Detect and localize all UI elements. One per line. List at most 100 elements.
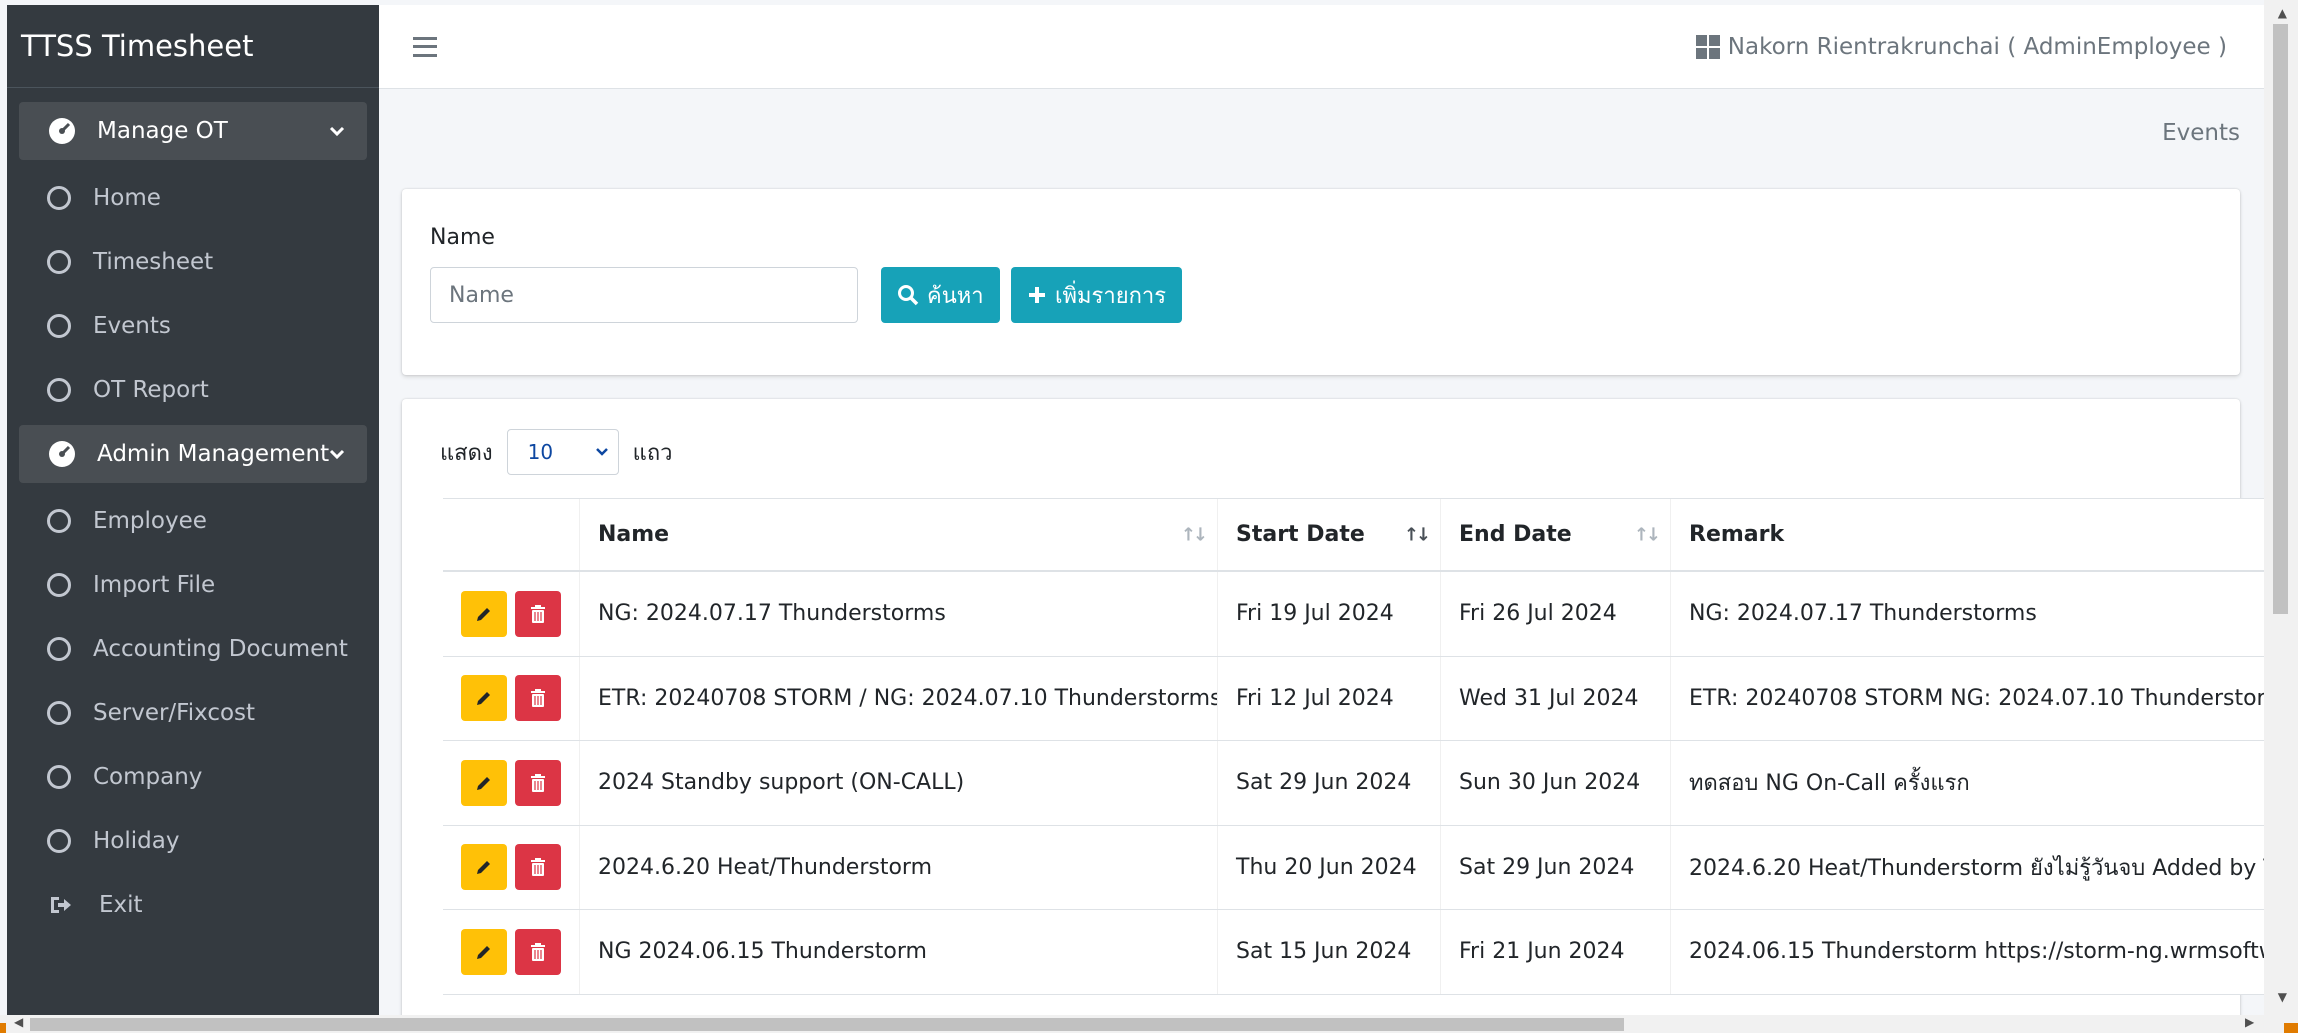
th-large-icon	[1695, 34, 1720, 59]
edit-button[interactable]	[461, 844, 507, 891]
sidebar-item-label: Company	[93, 764, 203, 790]
sidebar-menu: Manage OT Home Timesheet Events OT Repor…	[7, 88, 379, 937]
scroll-up-arrow-icon[interactable]: ▲	[2278, 6, 2287, 20]
sidebar-item-exit[interactable]: Exit	[7, 873, 379, 937]
page-size-value: 10	[527, 440, 554, 464]
plus-icon	[1029, 287, 1045, 303]
row-actions	[443, 825, 580, 909]
circle-icon	[47, 701, 71, 725]
search-icon	[898, 285, 919, 306]
cell-remark: 2024.06.15 Thunderstorm https://storm-ng…	[1689, 939, 2268, 965]
sidebar-item-label: Server/Fixcost	[93, 700, 256, 726]
page-size-control: แสดง 10 แถว	[440, 429, 673, 475]
sidebar-item-company[interactable]: Company	[7, 745, 379, 809]
delete-button[interactable]	[515, 759, 561, 806]
delete-button[interactable]	[515, 844, 561, 891]
edit-button[interactable]	[461, 928, 507, 975]
circle-icon	[47, 378, 71, 402]
cell-name: ETR: 20240708 STORM / NG: 2024.07.10 Thu…	[580, 656, 1218, 740]
page-size-select[interactable]: 10	[506, 429, 619, 475]
vertical-scroll-thumb[interactable]	[2273, 24, 2288, 614]
user-menu[interactable]: Nakorn Rientrakrunchai ( AdminEmployee )	[1695, 33, 2227, 60]
circle-icon	[47, 250, 71, 274]
edit-button[interactable]	[461, 759, 507, 806]
name-search-input[interactable]	[430, 267, 858, 323]
sidebar-item-label: Holiday	[93, 828, 180, 854]
sidebar: TTSS Timesheet Manage OT Home Timesheet …	[7, 5, 379, 1015]
sort-desc-icon: ↑↓	[1403, 524, 1431, 545]
brand-title[interactable]: TTSS Timesheet	[7, 5, 379, 88]
vertical-scrollbar[interactable]: ▲ ▼	[2264, 0, 2298, 1015]
sidebar-item-import-file[interactable]: Import File	[7, 553, 379, 617]
sidebar-item-label: OT Report	[93, 377, 209, 403]
scroll-left-arrow-icon[interactable]: ◀	[14, 1015, 23, 1029]
cell-name: 2024.6.20 Heat/Thunderstorm	[580, 825, 1218, 909]
cell-remark: ETR: 20240708 STORM NG: 2024.07.10 Thund…	[1689, 685, 2268, 711]
table-row: 2024 Standby support (ON-CALL) Sat 29 Ju…	[443, 741, 2268, 826]
header-name[interactable]: Name ↑↓	[580, 499, 1218, 570]
add-button-label: เพิ่มรายการ	[1055, 283, 1167, 309]
circle-icon	[47, 573, 71, 597]
sidebar-item-label: Employee	[93, 508, 207, 534]
top-navbar: Nakorn Rientrakrunchai ( AdminEmployee )	[379, 5, 2264, 89]
user-name: Nakorn Rientrakrunchai ( AdminEmployee )	[1727, 33, 2227, 60]
sidebar-group-manage-ot[interactable]: Manage OT	[19, 102, 367, 160]
sidebar-item-label: Events	[93, 313, 171, 339]
sidebar-item-employee[interactable]: Employee	[7, 489, 379, 553]
sidebar-item-timesheet[interactable]: Timesheet	[7, 230, 379, 294]
name-label: Name	[430, 225, 495, 250]
delete-button[interactable]	[515, 675, 561, 722]
sort-icon: ↑↓	[1180, 524, 1208, 545]
header-label: Remark	[1689, 522, 1785, 547]
header-remark[interactable]: Remark	[1671, 499, 2268, 570]
cell-end-date: Fri 26 Jul 2024	[1441, 572, 1671, 656]
hamburger-menu-icon[interactable]	[413, 36, 437, 57]
header-label: End Date	[1459, 522, 1572, 547]
add-item-button[interactable]: เพิ่มรายการ	[1011, 267, 1183, 323]
scroll-right-arrow-icon[interactable]: ▶	[2245, 1015, 2254, 1029]
horizontal-scrollbar[interactable]: ◀ ▶	[0, 1015, 2298, 1033]
sidebar-item-events[interactable]: Events	[7, 294, 379, 358]
header-label: Start Date	[1236, 522, 1365, 547]
table-row: NG 2024.06.15 Thunderstorm Sat 15 Jun 20…	[443, 910, 2268, 995]
events-table: Name ↑↓ Start Date ↑↓ End Date ↑↓ Remark NG…	[443, 498, 2268, 995]
pencil-icon	[477, 692, 490, 706]
search-card: Name ค้นหา เพิ่มรายการ	[402, 189, 2240, 375]
scroll-down-arrow-icon[interactable]: ▼	[2278, 990, 2287, 1004]
circle-icon	[47, 509, 71, 533]
sidebar-item-label: Timesheet	[93, 249, 214, 275]
search-button[interactable]: ค้นหา	[881, 267, 1000, 323]
header-start-date[interactable]: Start Date ↑↓	[1218, 499, 1441, 570]
edit-button[interactable]	[461, 675, 507, 722]
chevron-down-icon	[595, 448, 608, 456]
horizontal-scroll-thumb[interactable]	[30, 1018, 1624, 1031]
sidebar-item-holiday[interactable]: Holiday	[7, 809, 379, 873]
header-label: Name	[598, 522, 670, 547]
chevron-down-icon	[329, 126, 345, 137]
cell-end-date: Fri 21 Jun 2024	[1441, 910, 1671, 994]
sidebar-item-accounting-document[interactable]: Accounting Document	[7, 617, 379, 681]
delete-button[interactable]	[515, 928, 561, 975]
cell-name: 2024 Standby support (ON-CALL)	[580, 741, 1218, 825]
cell-name: NG: 2024.07.17 Thunderstorms	[580, 572, 1218, 656]
sidebar-item-ot-report[interactable]: OT Report	[7, 358, 379, 422]
sidebar-item-label: Accounting Document	[93, 636, 348, 662]
header-actions	[443, 499, 580, 570]
sidebar-item-server-fixcost[interactable]: Server/Fixcost	[7, 681, 379, 745]
cell-name: NG 2024.06.15 Thunderstorm	[580, 910, 1218, 994]
sidebar-item-home[interactable]: Home	[7, 166, 379, 230]
table-header: Name ↑↓ Start Date ↑↓ End Date ↑↓ Remark	[443, 498, 2268, 572]
edit-button[interactable]	[461, 590, 507, 637]
table-row: NG: 2024.07.17 Thunderstorms Fri 19 Jul …	[443, 572, 2268, 657]
cell-start-date: Thu 20 Jun 2024	[1218, 825, 1441, 909]
corner-decoration	[2284, 1023, 2298, 1033]
cell-start-date: Fri 19 Jul 2024	[1218, 572, 1441, 656]
trash-icon	[531, 689, 545, 708]
pencil-icon	[477, 861, 490, 875]
trash-icon	[531, 858, 545, 877]
header-end-date[interactable]: End Date ↑↓	[1441, 499, 1671, 570]
sidebar-group-admin-management[interactable]: Admin Management	[19, 425, 367, 483]
row-actions	[443, 656, 580, 740]
sidebar-item-label: Exit	[99, 892, 143, 918]
delete-button[interactable]	[515, 590, 561, 637]
